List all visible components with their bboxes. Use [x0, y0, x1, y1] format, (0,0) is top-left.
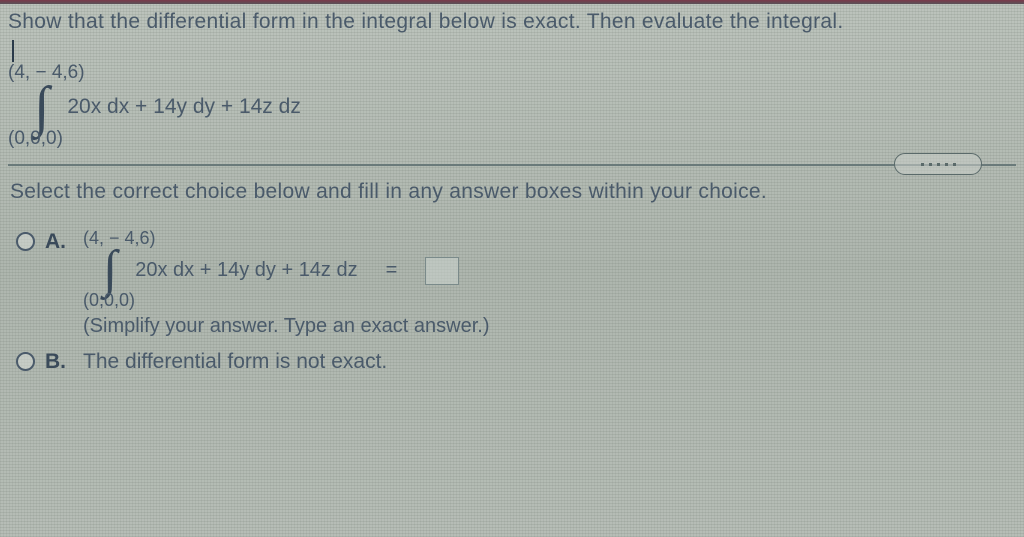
choice-a-body: (4, − 4,6) ∫ 20x dx + 14y dy + 14z dz = …	[83, 228, 1016, 338]
integral-sign-icon: ∫	[103, 247, 117, 294]
dot-icon	[929, 163, 932, 166]
integrand: 20x dx + 14y dy + 14z dz	[67, 95, 300, 119]
dot-icon	[953, 163, 956, 166]
text-cursor	[12, 40, 14, 62]
dot-icon	[921, 163, 924, 166]
choice-a: A. (4, − 4,6) ∫ 20x dx + 14y dy + 14z dz…	[16, 228, 1016, 338]
choice-b-text: The differential form is not exact.	[83, 350, 1016, 374]
integral-row: ∫ 20x dx + 14y dy + 14z dz	[8, 82, 1016, 132]
integral-expression: (4, − 4,6) ∫ 20x dx + 14y dy + 14z dz (0…	[8, 62, 1016, 150]
choice-a-upper-limit: (4, − 4,6)	[83, 228, 1016, 249]
integral-sign-icon: ∫	[34, 82, 49, 132]
question-prompt: Show that the differential form in the i…	[8, 10, 1016, 34]
question-panel: Show that the differential form in the i…	[0, 0, 1024, 374]
answer-input-box[interactable]	[425, 257, 459, 285]
choice-b: B. The differential form is not exact.	[16, 348, 1016, 374]
radio-choice-b[interactable]	[16, 352, 35, 371]
choice-a-integrand: 20x dx + 14y dy + 14z dz	[135, 259, 357, 282]
choice-b-label: B.	[45, 350, 69, 374]
choice-list: A. (4, − 4,6) ∫ 20x dx + 14y dy + 14z dz…	[8, 228, 1016, 374]
radio-choice-a[interactable]	[16, 232, 35, 251]
choice-b-body: The differential form is not exact.	[83, 348, 1016, 374]
prompt-text: Show that the differential form in the i…	[8, 10, 844, 33]
choice-a-lower-limit: (0,0,0)	[83, 290, 1016, 311]
instruction-text: Select the correct choice below and fill…	[10, 180, 1016, 204]
equals-sign: =	[386, 259, 398, 282]
choice-a-label: A.	[45, 230, 69, 254]
choice-a-integral-row: ∫ 20x dx + 14y dy + 14z dz =	[83, 247, 1016, 294]
dot-icon	[937, 163, 940, 166]
section-divider	[8, 164, 1016, 166]
lower-limit: (0,0,0)	[8, 128, 1016, 150]
window-top-accent	[0, 0, 1024, 4]
upper-limit: (4, − 4,6)	[8, 62, 1016, 84]
toolbar-pill[interactable]	[894, 153, 982, 175]
choice-a-hint: (Simplify your answer. Type an exact ans…	[83, 315, 1016, 338]
dot-icon	[945, 163, 948, 166]
